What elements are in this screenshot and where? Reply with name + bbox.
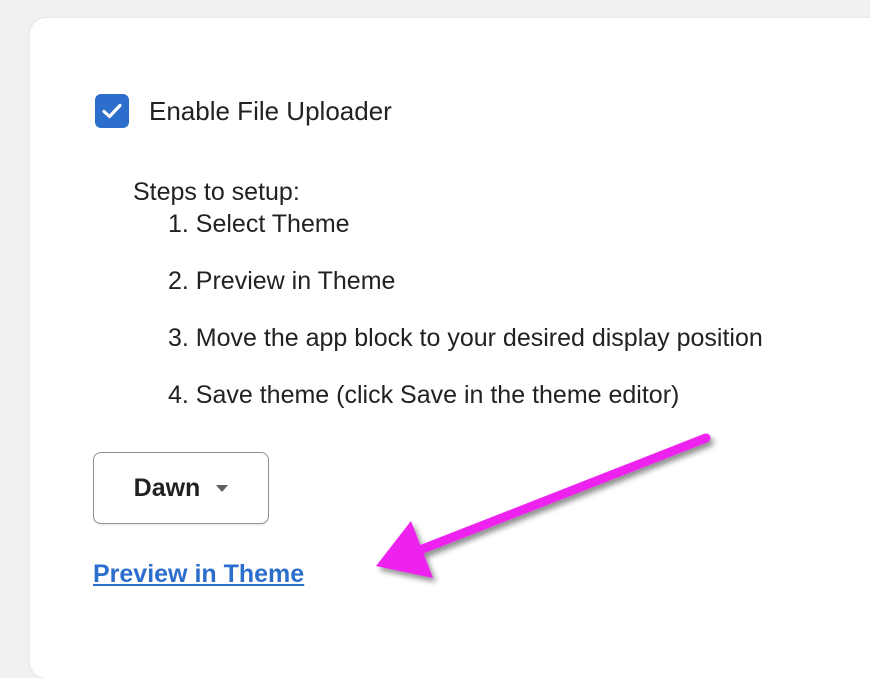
setup-steps: Steps to setup: 1. Select Theme 2. Previ… <box>133 176 763 411</box>
preview-in-theme-link[interactable]: Preview in Theme <box>93 560 304 589</box>
steps-list: 1. Select Theme 2. Preview in Theme 3. M… <box>133 208 763 411</box>
steps-title: Steps to setup: <box>133 178 300 206</box>
checkmark-icon <box>102 103 122 119</box>
step-item: 2. Preview in Theme <box>168 267 396 295</box>
theme-select[interactable]: Dawn <box>93 452 269 524</box>
theme-select-value: Dawn <box>133 473 201 502</box>
enable-file-uploader-checkbox[interactable] <box>95 94 129 128</box>
step-item: 1. Select Theme <box>168 210 350 238</box>
step-item: 3. Move the app block to your desired di… <box>168 324 763 352</box>
caret-down-icon <box>216 484 229 492</box>
step-item: 4. Save theme (click Save in the theme e… <box>168 381 680 409</box>
enable-file-uploader-row[interactable]: Enable File Uploader <box>95 93 392 129</box>
enable-file-uploader-label: Enable File Uploader <box>149 95 392 126</box>
